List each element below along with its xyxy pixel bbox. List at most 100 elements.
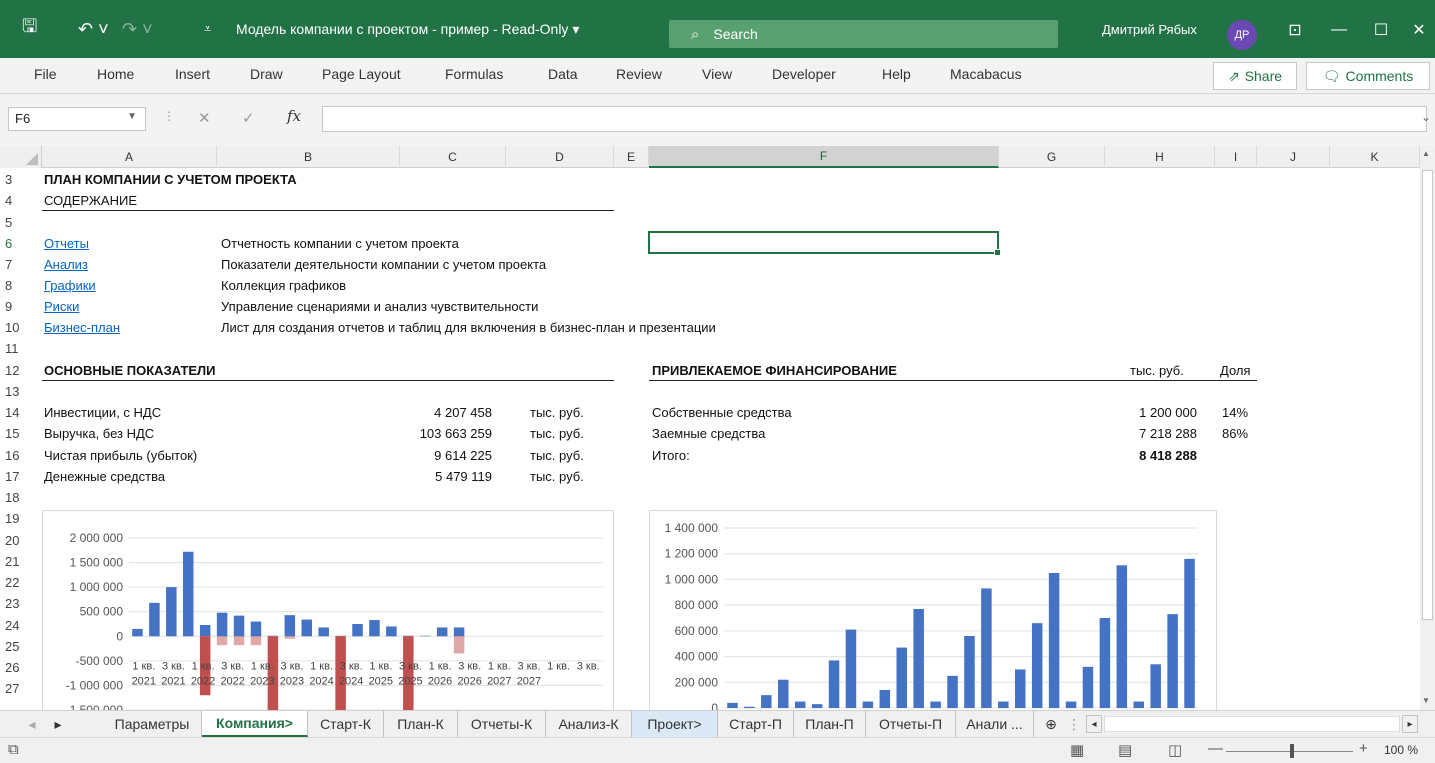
column-header-a[interactable]: A	[42, 146, 217, 168]
sheet-tab[interactable]: Отчеты-К	[458, 711, 546, 737]
scroll-tabs-right-icon[interactable]: ▸	[48, 711, 68, 737]
horizontal-scrollbar[interactable]	[1104, 716, 1400, 732]
select-all-button[interactable]	[0, 146, 42, 168]
page-layout-view-icon[interactable]: ▤	[1118, 741, 1132, 759]
column-header-b[interactable]: B	[217, 146, 400, 168]
tab-help[interactable]: Help	[882, 66, 911, 82]
sheet-tab[interactable]: План-П	[794, 711, 866, 737]
toc-link-charts[interactable]: Графики	[44, 276, 96, 295]
ribbon-display-options-icon[interactable]: ⊡	[1280, 16, 1310, 44]
row-header[interactable]: 22	[0, 573, 42, 592]
add-sheet-icon[interactable]: ⊕	[1038, 711, 1064, 737]
row-header[interactable]: 8	[0, 276, 42, 295]
toc-link-reports[interactable]: Отчеты	[44, 234, 89, 253]
column-header-g[interactable]: G	[999, 146, 1105, 168]
column-header-i[interactable]: I	[1215, 146, 1257, 168]
row-header[interactable]: 23	[0, 594, 42, 613]
sheet-tab[interactable]: Параметры	[103, 711, 202, 737]
tab-review[interactable]: Review	[616, 66, 662, 82]
redo-icon[interactable]: ↷ ˅	[122, 0, 153, 58]
sheet-tab[interactable]: Анали ...	[956, 711, 1034, 737]
row-header[interactable]: 24	[0, 616, 42, 635]
tab-macabacus[interactable]: Macabacus	[950, 66, 1022, 82]
sheet-tab[interactable]: Старт-К	[308, 711, 384, 737]
name-box[interactable]: F6 ▼	[8, 107, 146, 131]
row-header[interactable]: 4	[0, 191, 42, 210]
tab-file[interactable]: File	[34, 66, 57, 82]
column-header-e[interactable]: E	[614, 146, 649, 168]
zoom-in-icon[interactable]: +	[1359, 740, 1368, 757]
sheet-tab[interactable]: Проект>	[632, 711, 718, 737]
row-header[interactable]: 3	[0, 170, 42, 189]
toc-link-risks[interactable]: Риски	[44, 297, 79, 316]
maximize-icon[interactable]: ☐	[1366, 16, 1396, 44]
row-header[interactable]: 18	[0, 488, 42, 507]
financing-chart[interactable]: 1 400 000 1 200 000 1 000 000 800 000 600 00…	[649, 510, 1217, 710]
row-header[interactable]: 13	[0, 382, 42, 401]
comments-button[interactable]: 🗨 Comments	[1306, 62, 1430, 90]
row-header[interactable]: 27	[0, 679, 42, 698]
avatar[interactable]: ДР	[1227, 20, 1257, 50]
sheet-tab[interactable]: Отчеты-П	[866, 711, 956, 737]
tab-data[interactable]: Data	[548, 66, 578, 82]
active-cell-f6[interactable]	[648, 231, 1001, 256]
row-header[interactable]: 9	[0, 297, 42, 316]
scrollbar-thumb[interactable]	[1422, 170, 1433, 620]
column-header-f[interactable]: F	[649, 146, 999, 168]
tab-formulas[interactable]: Formulas	[445, 66, 503, 82]
tab-insert[interactable]: Insert	[175, 66, 210, 82]
tab-view[interactable]: View	[702, 66, 732, 82]
row-header[interactable]: 19	[0, 509, 42, 528]
cashflow-chart[interactable]: 2 000 000 1 500 000 1 000 000 500 000 0 -500 …	[42, 510, 614, 710]
row-header[interactable]: 11	[0, 339, 42, 358]
column-header-h[interactable]: H	[1105, 146, 1215, 168]
close-icon[interactable]: ✕	[1404, 16, 1434, 44]
toc-link-business-plan[interactable]: Бизнес-план	[44, 318, 120, 337]
cancel-icon[interactable]: ✕	[198, 109, 211, 127]
row-header[interactable]: 14	[0, 403, 42, 422]
normal-view-icon[interactable]: ▦	[1070, 741, 1084, 759]
hscroll-left-icon[interactable]: ◂	[1086, 715, 1102, 733]
document-title[interactable]: Модель компании с проектом - пример - Re…	[236, 0, 579, 58]
zoom-slider-thumb[interactable]	[1290, 744, 1294, 758]
sheet-tab[interactable]: Анализ-К	[546, 711, 632, 737]
column-header-j[interactable]: J	[1257, 146, 1330, 168]
row-header[interactable]: 5	[0, 213, 42, 232]
column-header-k[interactable]: K	[1330, 146, 1420, 168]
share-button[interactable]: ⇗ Share	[1213, 62, 1297, 90]
row-header[interactable]: 10	[0, 318, 42, 337]
vertical-scrollbar[interactable]: ▲ ▼	[1420, 146, 1435, 710]
insert-function-icon[interactable]: fx	[287, 107, 301, 125]
tab-page-layout[interactable]: Page Layout	[322, 66, 401, 82]
column-header-d[interactable]: D	[506, 146, 614, 168]
scroll-tabs-left-icon[interactable]: ◂	[22, 711, 42, 737]
user-name[interactable]: Дмитрий Рябых	[1102, 0, 1197, 58]
save-icon[interactable]: 🖫	[22, 0, 37, 58]
row-header[interactable]: 26	[0, 658, 42, 677]
row-header[interactable]: 16	[0, 446, 42, 465]
sheet-tab[interactable]: Старт-П	[718, 711, 794, 737]
row-header[interactable]: 17	[0, 467, 42, 486]
scroll-down-icon[interactable]: ▼	[1422, 696, 1430, 705]
tab-developer[interactable]: Developer	[772, 66, 836, 82]
zoom-out-icon[interactable]: —	[1208, 740, 1223, 757]
row-header[interactable]: 20	[0, 531, 42, 550]
undo-icon[interactable]: ↶ ˅	[78, 0, 109, 58]
hscroll-right-icon[interactable]: ▸	[1402, 715, 1418, 733]
row-header[interactable]: 7	[0, 255, 42, 274]
worksheet-grid[interactable]: A B C D E F G H I J K 3 4 5 6 7 8 9 10 1…	[0, 146, 1420, 710]
search-input[interactable]: ⌕ Search	[669, 20, 1058, 48]
zoom-level[interactable]: 100 %	[1384, 743, 1418, 757]
chevron-down-icon[interactable]: ▼	[127, 111, 137, 122]
scroll-up-icon[interactable]: ▲	[1422, 149, 1430, 158]
minimize-icon[interactable]: —	[1324, 16, 1354, 44]
formula-input[interactable]	[322, 106, 1427, 132]
row-header[interactable]: 12	[0, 361, 42, 380]
tab-home[interactable]: Home	[97, 66, 134, 82]
row-header[interactable]: 21	[0, 552, 42, 571]
page-break-view-icon[interactable]: ◫	[1168, 741, 1182, 759]
tab-draw[interactable]: Draw	[250, 66, 283, 82]
row-header[interactable]: 25	[0, 637, 42, 656]
column-header-c[interactable]: C	[400, 146, 506, 168]
macro-record-icon[interactable]: ⧉	[8, 741, 19, 758]
